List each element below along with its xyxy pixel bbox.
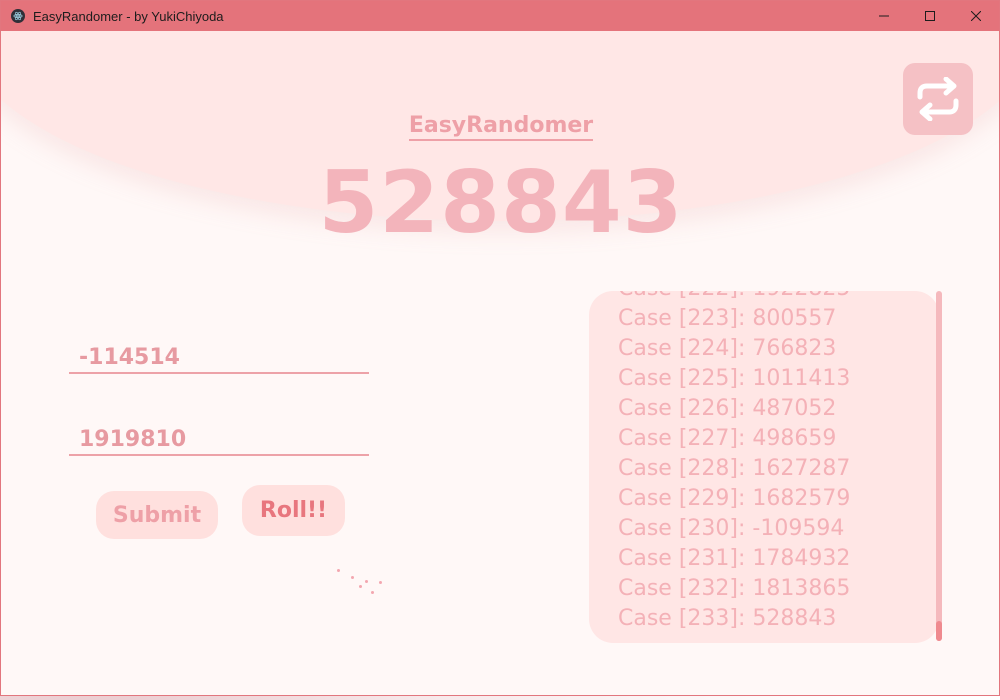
history-item: Case [222]: 1922825 bbox=[618, 291, 850, 304]
history-item: Case [228]: 1627287 bbox=[618, 456, 851, 481]
min-value-input[interactable]: -114514 bbox=[69, 334, 369, 374]
history-item: Case [225]: 1011413 bbox=[618, 366, 851, 391]
minimize-icon bbox=[879, 15, 889, 17]
window-controls bbox=[861, 1, 999, 31]
history-item: Case [232]: 1813865 bbox=[618, 576, 851, 601]
app-window: EasyRandomer - by YukiChiyoda EasyRandom… bbox=[0, 0, 1000, 696]
history-item: Case [224]: 766823 bbox=[618, 336, 837, 361]
app-title-link[interactable]: EasyRandomer bbox=[408, 113, 594, 141]
history-item: Case [233]: 528843 bbox=[618, 606, 837, 631]
maximize-button[interactable] bbox=[907, 1, 953, 31]
history-scrollbar[interactable] bbox=[936, 291, 942, 641]
max-value-text: 1919810 bbox=[79, 427, 187, 452]
close-button[interactable] bbox=[953, 1, 999, 31]
random-result: 528843 bbox=[318, 153, 684, 253]
history-item: Case [223]: 800557 bbox=[618, 306, 837, 331]
close-icon bbox=[971, 11, 981, 21]
minimize-button[interactable] bbox=[861, 1, 907, 31]
max-value-input[interactable]: 1919810 bbox=[69, 416, 369, 456]
history-item: Case [226]: 487052 bbox=[618, 396, 837, 421]
history-item: Case [230]: -109594 bbox=[618, 516, 845, 541]
history-scrollbar-thumb[interactable] bbox=[936, 621, 942, 641]
history-item: Case [229]: 1682579 bbox=[618, 486, 851, 511]
submit-button[interactable]: Submit bbox=[96, 491, 218, 539]
maximize-icon bbox=[925, 11, 935, 21]
window-title: EasyRandomer - by YukiChiyoda bbox=[33, 8, 224, 24]
roll-button[interactable]: Roll!! bbox=[242, 485, 345, 536]
title-bar[interactable]: EasyRandomer - by YukiChiyoda bbox=[1, 1, 999, 31]
app-title: EasyRandomer bbox=[1, 113, 999, 141]
history-panel[interactable]: Case [222]: 1922825 Case [223]: 800557 Cas… bbox=[589, 291, 939, 643]
min-value-text: -114514 bbox=[79, 345, 180, 370]
electron-icon bbox=[11, 9, 25, 23]
history-item: Case [231]: 1784932 bbox=[618, 546, 851, 571]
history-list: Case [222]: 1922825 Case [223]: 800557 Cas… bbox=[618, 291, 850, 634]
history-item: Case [227]: 498659 bbox=[618, 426, 837, 451]
